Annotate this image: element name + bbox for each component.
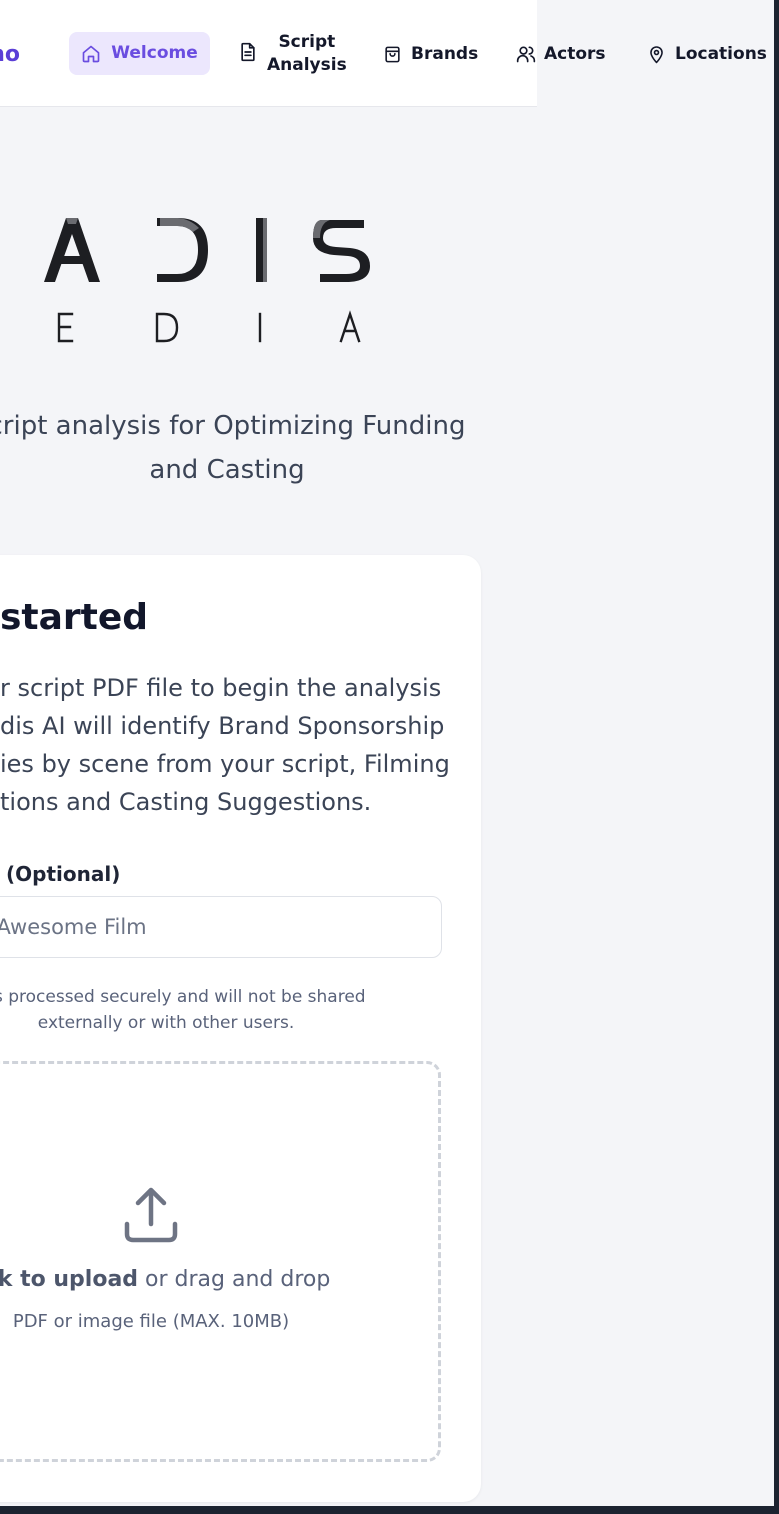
- nav-item-actors[interactable]: Actors: [516, 42, 606, 66]
- nav-item-label: Analysis: [267, 55, 347, 75]
- nav-item-script-analysis[interactable]: Script Analysis: [238, 29, 347, 79]
- file-dropzone[interactable]: [0, 1061, 441, 1462]
- home-icon: [81, 44, 101, 64]
- brand-name[interactable]: mo: [0, 40, 20, 70]
- nav-item-welcome[interactable]: Welcome: [69, 32, 210, 75]
- app-viewport: mo Welcome Script Analysis: [0, 0, 779, 1506]
- description-line: dis AI will identify Brand Sponsorship: [0, 712, 445, 740]
- privacy-note: pt is processed securely and will not be…: [0, 984, 496, 1036]
- card-title: started: [0, 597, 149, 638]
- script-title-input[interactable]: [0, 896, 442, 958]
- nav-item-label-stack: Script Analysis: [267, 31, 347, 77]
- top-navbar: mo Welcome Script Analysis: [0, 0, 767, 107]
- tagline-line: and Casting: [149, 455, 305, 485]
- window-frame-right: [774, 0, 779, 1514]
- nav-item-label: Locations: [675, 43, 767, 64]
- window-frame-bottom: [0, 1506, 779, 1514]
- script-title-label: (Optional): [6, 862, 121, 886]
- shopping-bag-icon: [383, 45, 402, 64]
- nav-item-label: Script: [278, 32, 336, 52]
- logo-top-row: [44, 218, 370, 282]
- description-line: tions and Casting Suggestions.: [0, 788, 372, 816]
- logo-bottom-row: [57, 310, 361, 343]
- document-icon: [238, 42, 258, 62]
- description-line: ies by scene from your script, Filming: [0, 750, 450, 778]
- privacy-note-line: pt is processed securely and will not be…: [0, 987, 366, 1007]
- nav-item-locations[interactable]: Locations: [647, 42, 767, 66]
- privacy-note-line: externally or with other users.: [37, 1013, 295, 1033]
- card-description: r script PDF file to begin the analysis …: [0, 669, 450, 821]
- brand-logo: [44, 218, 370, 343]
- upload-icon: [124, 1187, 178, 1243]
- tagline: cript analysis for Optimizing Funding an…: [0, 404, 604, 492]
- tagline-line: cript analysis for Optimizing Funding: [0, 411, 466, 441]
- description-line: r script PDF file to begin the analysis: [0, 674, 442, 702]
- drag-drop-text: or drag and drop: [138, 1267, 331, 1292]
- nav-item-brands[interactable]: Brands: [383, 42, 478, 66]
- upload-instructions[interactable]: lick to upload or drag and drop: [0, 1264, 410, 1296]
- nav-item-label: Welcome: [111, 43, 198, 63]
- upload-hint: PDF or image file (MAX. 10MB): [12, 1311, 290, 1332]
- users-icon: [516, 44, 536, 64]
- nav-item-label: Brands: [411, 43, 479, 64]
- click-to-upload-link[interactable]: lick to upload: [0, 1267, 138, 1292]
- map-pin-icon: [647, 45, 666, 64]
- nav-item-label: Actors: [544, 43, 606, 64]
